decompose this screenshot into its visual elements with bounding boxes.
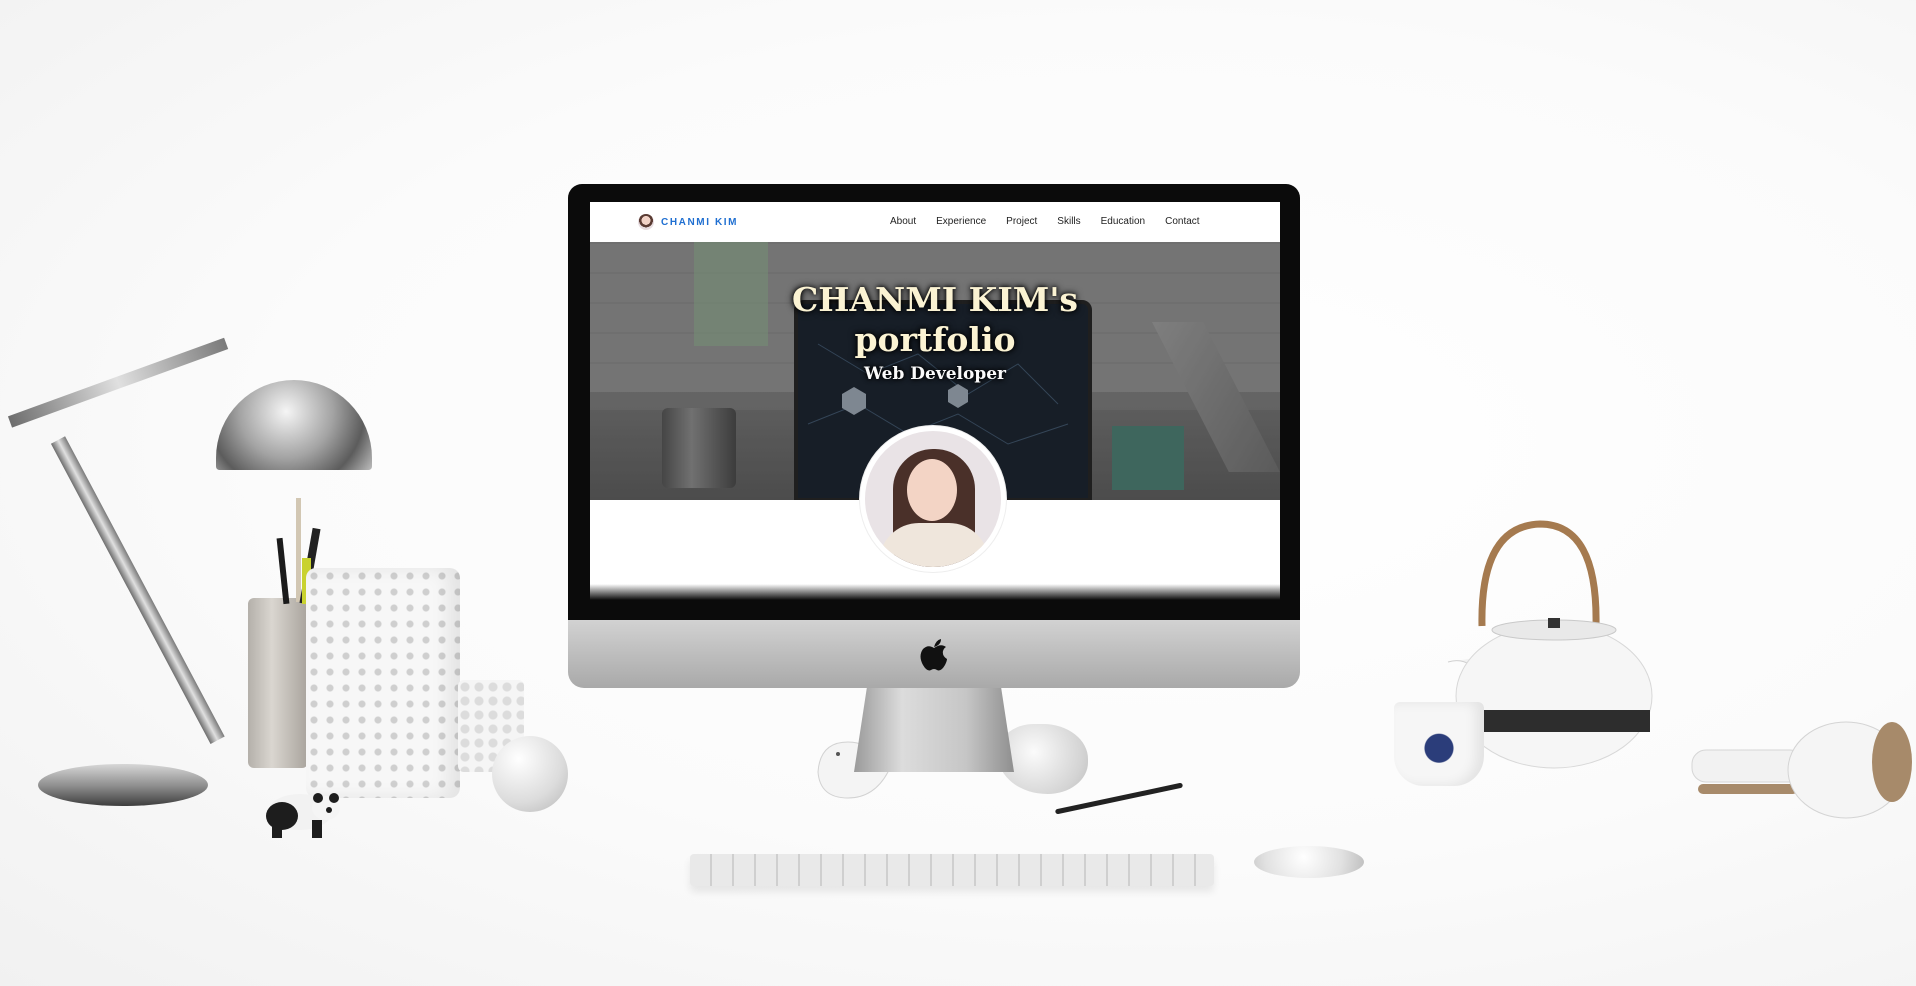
- nav-link-about[interactable]: About: [890, 216, 916, 227]
- apple-logo-icon: [920, 639, 947, 671]
- avatar-icon: [638, 214, 654, 230]
- perforated-vase: [306, 568, 460, 798]
- nav-link-project[interactable]: Project: [1006, 216, 1037, 227]
- profile-photo-image: [865, 431, 1001, 567]
- mouse: [1254, 846, 1364, 878]
- hero-title: CHANMI KIM's portfolio: [590, 280, 1280, 360]
- screen-bottom-shadow: [590, 584, 1280, 600]
- hero-subtitle: Web Developer: [863, 364, 1007, 384]
- imac-monitor: CHANMI KIM About Experience Project Skil…: [568, 184, 1300, 772]
- pencil: [1054, 782, 1184, 815]
- nav-link-skills[interactable]: Skills: [1057, 216, 1080, 227]
- keyboard: [690, 854, 1214, 886]
- hero-title-line2: portfolio: [854, 320, 1016, 359]
- pen-holder: [248, 598, 308, 768]
- nav-menu: About Experience Project Skills Educatio…: [890, 216, 1200, 227]
- panda-figurine: [266, 793, 340, 838]
- lamp-arm-lower: [50, 436, 225, 744]
- monitor-screen: CHANMI KIM About Experience Project Skil…: [590, 202, 1280, 600]
- headphones: [1691, 721, 1912, 819]
- desk-lamp-shade: [216, 380, 372, 470]
- site-navbar: CHANMI KIM About Experience Project Skil…: [590, 202, 1280, 242]
- nav-link-experience[interactable]: Experience: [936, 216, 986, 227]
- monitor-chin: [568, 620, 1300, 688]
- glass-ball: [492, 736, 568, 812]
- nav-link-contact[interactable]: Contact: [1165, 216, 1199, 227]
- nav-link-education[interactable]: Education: [1101, 216, 1145, 227]
- brand[interactable]: CHANMI KIM: [638, 214, 738, 230]
- brand-name: CHANMI KIM: [661, 216, 739, 228]
- monitor-stand: [854, 688, 1014, 772]
- tea-cup: [1394, 702, 1484, 786]
- desk-lamp-base: [38, 764, 208, 806]
- lamp-arm-upper: [7, 337, 229, 428]
- hero-title-line1: CHANMI KIM's: [792, 280, 1078, 319]
- profile-photo: [860, 426, 1006, 572]
